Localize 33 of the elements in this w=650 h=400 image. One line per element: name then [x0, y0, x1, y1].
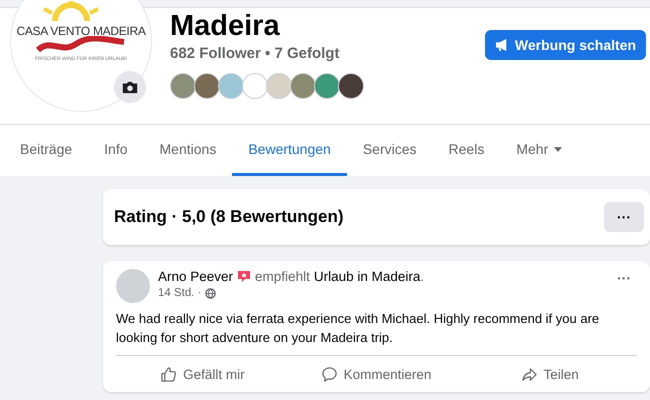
nav-tab[interactable]: Mentions — [144, 125, 232, 176]
friend-avatar[interactable] — [194, 73, 220, 99]
post-action-button[interactable]: Gefällt mir — [116, 356, 290, 392]
share-icon — [522, 366, 537, 382]
author-name[interactable]: Arno Peever — [158, 269, 234, 284]
review-text: We had really nice via ferrata experience with Michael. Highly recommend if you are looking for short adventure on your Madeira trip. — [116, 310, 600, 347]
nav-tab[interactable]: Beiträge — [4, 125, 88, 176]
megaphone-icon — [494, 39, 509, 51]
recommend-icon — [237, 270, 252, 283]
nav-tab[interactable]: Mehr — [500, 125, 578, 176]
globe-icon — [205, 288, 216, 298]
recommend-text: empfiehlt — [255, 269, 310, 284]
post-action-button[interactable]: Kommentieren — [290, 356, 464, 392]
camera-icon — [122, 80, 138, 94]
friend-avatar[interactable] — [338, 73, 364, 99]
page-link[interactable]: Urlaub in Madeira — [314, 269, 420, 284]
thumbs-up-icon — [161, 366, 176, 382]
rating-title: Rating · 5,0 (8 Bewertungen) — [114, 207, 344, 227]
comment-icon — [322, 366, 337, 382]
nav-tab[interactable]: Bewertungen — [232, 125, 347, 176]
ad-button[interactable]: Werbung schalten — [484, 30, 646, 60]
sun-drawing — [41, 1, 101, 21]
follower-stats: 682 Follower • 7 Gefolgt — [170, 45, 340, 62]
post-action-button[interactable]: Teilen — [463, 356, 638, 392]
post-time[interactable]: 14 Std. · — [158, 287, 202, 299]
nav-tab[interactable]: Reels — [432, 125, 500, 176]
nav-tab[interactable]: Info — [88, 125, 144, 176]
nav-tab[interactable]: Services — [346, 125, 433, 176]
post-menu-button[interactable]: ··· — [611, 269, 637, 287]
logo-title: CASA VENTO MADEIRA — [16, 24, 146, 38]
page-name: Madeira — [170, 10, 281, 43]
sentence-period: . — [420, 269, 424, 284]
more-button[interactable]: ··· — [604, 202, 644, 232]
